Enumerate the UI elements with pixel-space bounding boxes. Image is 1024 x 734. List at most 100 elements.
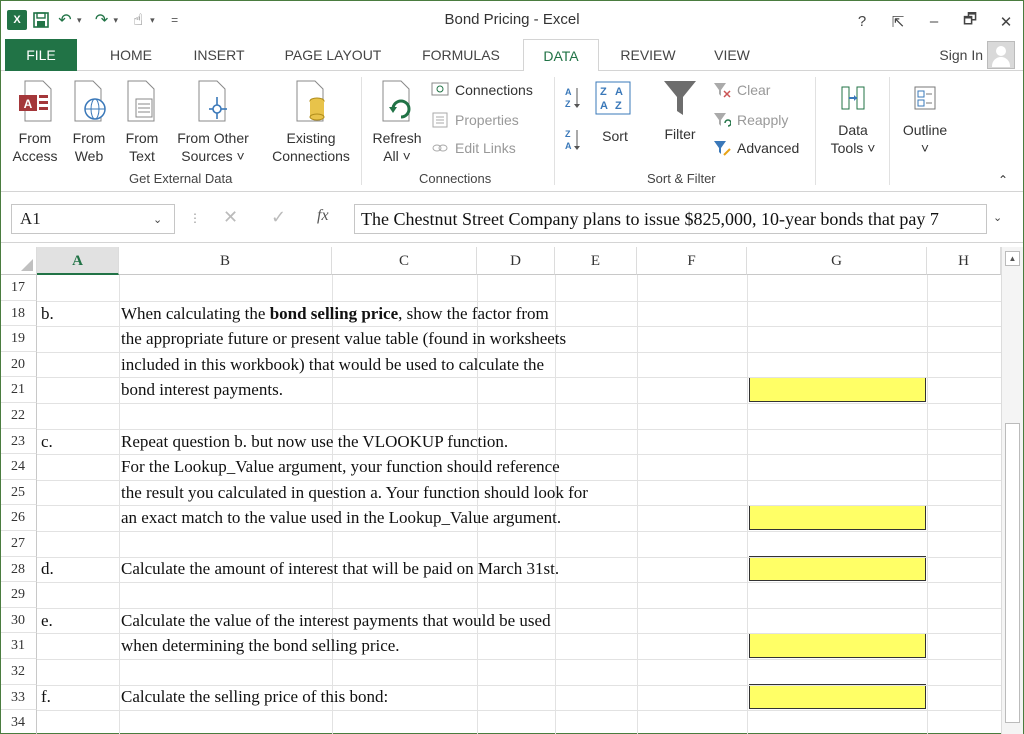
formula-bar-grip-icon[interactable]: ⋮ (189, 211, 201, 225)
cell-b33[interactable]: Calculate the selling price of this bond… (121, 687, 388, 707)
close-icon[interactable]: ✕ (997, 13, 1015, 31)
properties-button[interactable]: Properties (431, 111, 519, 129)
answer-cell-g26[interactable] (749, 505, 926, 530)
cell-a28[interactable]: d. (41, 559, 54, 579)
scroll-up-icon[interactable]: ▲ (1005, 251, 1020, 266)
column-header-g[interactable]: G (747, 247, 927, 275)
filter-button[interactable]: Filter (657, 79, 703, 143)
tab-insert[interactable]: INSERT (184, 39, 254, 71)
row-header-30[interactable]: 30 (1, 607, 37, 634)
collapse-ribbon-icon[interactable]: ⌃ (995, 171, 1011, 189)
cell-b24[interactable]: For the Lookup_Value argument, your func… (121, 457, 560, 477)
tab-formulas[interactable]: FORMULAS (413, 39, 509, 71)
svg-text:A: A (24, 97, 33, 111)
cell-b20[interactable]: included in this workbook) that would be… (121, 355, 544, 375)
ribbon-separator (361, 77, 362, 185)
tab-view[interactable]: VIEW (705, 39, 759, 71)
select-all-corner[interactable] (1, 247, 37, 275)
cell-a30[interactable]: e. (41, 611, 53, 631)
clear-filter-button[interactable]: Clear (713, 81, 770, 99)
expand-formula-bar-icon[interactable]: ⌄ (993, 211, 1002, 224)
name-box[interactable]: A1 (11, 204, 175, 234)
cell-b31[interactable]: when determining the bond selling price. (121, 636, 400, 656)
refresh-all-button[interactable]: Refresh All ˅ (367, 79, 427, 165)
connections-button[interactable]: Connections (431, 81, 533, 99)
ribbon-separator (554, 77, 555, 185)
formula-input[interactable]: The Chestnut Street Company plans to iss… (354, 204, 987, 234)
answer-cell-g28[interactable] (749, 556, 926, 581)
sort-button[interactable]: Sort (597, 127, 633, 145)
row-header-21[interactable]: 21 (1, 377, 37, 403)
cell-a18[interactable]: b. (41, 304, 54, 324)
row-header-29[interactable]: 29 (1, 582, 37, 608)
answer-cell-g31[interactable] (749, 633, 926, 658)
row-header-22[interactable]: 22 (1, 403, 37, 429)
row-header-24[interactable]: 24 (1, 454, 37, 480)
sign-in-link[interactable]: Sign In (939, 47, 983, 63)
sort-za-box[interactable]: ZAAZ (595, 81, 631, 115)
row-header-31[interactable]: 31 (1, 633, 37, 659)
scroll-thumb[interactable] (1005, 423, 1020, 723)
row-header-18[interactable]: 18 (1, 300, 37, 327)
cell-b18[interactable]: When calculating the bond selling price,… (121, 304, 549, 324)
reapply-button[interactable]: Reapply (713, 111, 788, 129)
cell-b19[interactable]: the appropriate future or present value … (121, 329, 566, 349)
column-header-f[interactable]: F (637, 247, 747, 275)
row-header-27[interactable]: 27 (1, 531, 37, 557)
cell-b28[interactable]: Calculate the amount of interest that wi… (121, 559, 559, 579)
column-header-b[interactable]: B (119, 247, 332, 275)
from-other-sources-button[interactable]: From Other Sources ˅ (169, 79, 257, 165)
column-header-c[interactable]: C (332, 247, 477, 275)
cancel-entry-icon[interactable]: ✕ (223, 207, 238, 228)
minimize-icon[interactable]: – (925, 13, 943, 30)
column-header-h[interactable]: H (927, 247, 1001, 275)
row-header-28[interactable]: 28 (1, 556, 37, 583)
tab-data[interactable]: DATA (523, 39, 599, 72)
cell-b25[interactable]: the result you calculated in question a.… (121, 483, 588, 503)
cell-b23[interactable]: Repeat question b. but now use the VLOOK… (121, 432, 508, 452)
answer-cell-g21[interactable] (749, 377, 926, 402)
row-header-26[interactable]: 26 (1, 505, 37, 531)
avatar[interactable] (987, 41, 1015, 69)
existing-connections-button[interactable]: Existing Connections (265, 79, 357, 165)
row-header-34[interactable]: 34 (1, 710, 37, 734)
cell-b26[interactable]: an exact match to the value used in the … (121, 508, 561, 528)
row-header-25[interactable]: 25 (1, 479, 37, 506)
cell-b30[interactable]: Calculate the value of the interest paym… (121, 611, 551, 631)
row-header-32[interactable]: 32 (1, 659, 37, 685)
tab-page-layout[interactable]: PAGE LAYOUT (277, 39, 389, 71)
tab-home[interactable]: HOME (99, 39, 163, 71)
row-header-17[interactable]: 17 (1, 275, 37, 301)
vertical-scrollbar[interactable]: ▲ (1001, 247, 1023, 734)
column-header-a[interactable]: A (37, 247, 119, 275)
sort-descending-button[interactable]: ZA (563, 127, 583, 153)
cell-b21[interactable]: bond interest payments. (121, 380, 283, 400)
column-header-d[interactable]: D (477, 247, 555, 275)
restore-icon[interactable]: 🗗 (961, 9, 979, 34)
insert-function-icon[interactable]: fx (317, 207, 329, 225)
row-header-20[interactable]: 20 (1, 351, 37, 378)
row-header-23[interactable]: 23 (1, 428, 37, 455)
help-icon[interactable]: ? (853, 13, 871, 30)
sort-ascending-button[interactable]: AZ (563, 85, 583, 111)
column-header-e[interactable]: E (555, 247, 637, 275)
from-access-button[interactable]: A From Access (7, 79, 63, 165)
name-box-dropdown-icon[interactable]: ⌄ (153, 213, 162, 226)
row-header-19[interactable]: 19 (1, 326, 37, 352)
cell-a33[interactable]: f. (41, 687, 51, 707)
row-header-33[interactable]: 33 (1, 684, 37, 711)
answer-cell-g33[interactable] (749, 684, 926, 709)
edit-links-button[interactable]: Edit Links (431, 139, 516, 157)
advanced-filter-button[interactable]: Advanced (713, 139, 799, 157)
outline-button[interactable]: Outline ˅ (895, 81, 955, 157)
ribbon-data: A From Access From Web From Text From Ot… (1, 71, 1023, 192)
ribbon-display-icon[interactable]: ⇱ (889, 13, 907, 31)
from-text-button[interactable]: From Text (117, 79, 167, 165)
data-tools-button[interactable]: Data Tools ˅ (823, 81, 883, 157)
confirm-entry-icon[interactable]: ✓ (271, 207, 286, 228)
worksheet-grid[interactable]: A B C D E F G H b. When calculating the … (1, 247, 1001, 734)
tab-review[interactable]: REVIEW (613, 39, 683, 71)
from-web-button[interactable]: From Web (65, 79, 113, 165)
tab-file[interactable]: FILE (5, 39, 77, 71)
cell-a23[interactable]: c. (41, 432, 53, 452)
